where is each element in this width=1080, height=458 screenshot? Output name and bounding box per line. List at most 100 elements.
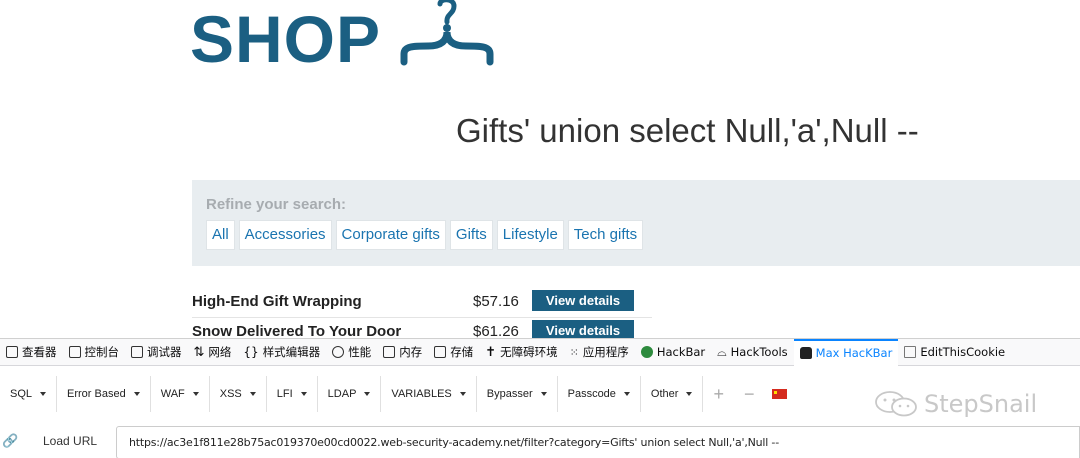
refine-panel: Refine your search: All Accessories Corp… — [192, 180, 1080, 266]
tab-label: 性能 — [348, 345, 372, 359]
filter-all[interactable]: All — [206, 220, 235, 250]
tab-label: 样式编辑器 — [262, 345, 321, 359]
menu-label: Bypasser — [486, 388, 533, 400]
tab-label: 存储 — [450, 345, 474, 359]
menu-sql[interactable]: SQL — [0, 376, 58, 412]
menu-label: Passcode — [567, 388, 616, 400]
memory-icon — [383, 346, 396, 358]
china-flag-icon[interactable] — [772, 389, 788, 399]
menu-label: Error Based — [67, 388, 126, 400]
product-price: $57.16 — [473, 293, 519, 310]
tab-accessibility[interactable]: ✝ 无障碍环境 — [479, 339, 563, 366]
tab-hackbar[interactable]: HackBar — [635, 339, 711, 366]
tab-label: 调试器 — [147, 345, 182, 359]
caret-down-icon — [192, 392, 199, 396]
accessibility-icon: ✝ — [485, 344, 497, 360]
plus-icon[interactable]: + — [703, 376, 734, 412]
tab-network[interactable]: ⇅ 网络 — [188, 339, 238, 366]
tab-inspector[interactable]: 查看器 — [0, 339, 63, 366]
url-row: 🔗 Load URL https://ac3e1f811e28b75ac0193… — [0, 423, 1080, 458]
menu-waf[interactable]: WAF — [151, 376, 210, 412]
watermark-text: StepSnail — [924, 390, 1038, 418]
menu-label: WAF — [160, 388, 185, 400]
braces-icon: {} — [243, 345, 259, 359]
hackbar-toolbar: SQL Error Based WAF XSS LFI LDAP VARIABL… — [0, 376, 795, 412]
menu-ldap[interactable]: LDAP — [318, 376, 382, 412]
menu-error-based[interactable]: Error Based — [57, 376, 151, 412]
tab-performance[interactable]: 性能 — [326, 339, 377, 366]
tab-label: 控制台 — [84, 345, 120, 359]
debugger-icon — [131, 346, 143, 358]
minus-icon[interactable]: − — [734, 376, 765, 412]
watermark: StepSnail — [874, 390, 1037, 418]
tab-editthiscookie[interactable]: EditThisCookie — [898, 339, 1011, 366]
filter-tech-gifts[interactable]: Tech gifts — [567, 220, 644, 250]
wechat-icon — [875, 391, 917, 417]
caret-down-icon — [300, 392, 307, 396]
network-icon: ⇅ — [193, 344, 205, 360]
tab-label: 无障碍环境 — [500, 345, 558, 359]
menu-other[interactable]: Other — [641, 376, 704, 412]
tab-label: HackBar — [656, 345, 706, 359]
tab-label: 内存 — [399, 345, 423, 359]
tab-max-hackbar[interactable]: Max HacKBar — [793, 338, 899, 366]
storage-icon — [434, 346, 447, 358]
menu-label: Other — [650, 388, 679, 400]
page-title: Gifts' union select Null,'a',Null -- — [456, 112, 919, 149]
caret-down-icon — [40, 392, 47, 396]
filter-gifts[interactable]: Gifts — [449, 220, 493, 250]
logo-text: SHOP — [190, 2, 382, 76]
load-url-button[interactable]: Load URL — [43, 434, 97, 448]
menu-lfi[interactable]: LFI — [267, 376, 318, 412]
grid-icon: ⁙ — [569, 345, 579, 359]
menu-variables[interactable]: VARIABLES — [381, 376, 477, 412]
devtools-tabbar: 查看器 控制台 调试器 ⇅ 网络 {} 样式编辑器 性能 内存 存储 ✝ 无障碍环境 … — [0, 338, 1080, 366]
table-row: High-End Gift Wrapping $57.16 View detai… — [192, 288, 652, 318]
caret-down-icon — [540, 392, 547, 396]
console-icon — [68, 346, 81, 358]
tab-label: EditThisCookie — [920, 345, 1006, 359]
tab-label: Max HacKBar — [815, 346, 893, 360]
shop-logo[interactable]: SHOP — [190, 0, 520, 75]
caret-down-icon — [459, 392, 466, 396]
tab-debugger[interactable]: 调试器 — [125, 339, 188, 366]
url-input[interactable]: https://ac3e1f811e28b75ac019370e00cd0022… — [116, 426, 1080, 458]
tab-application[interactable]: ⁙ 应用程序 — [564, 339, 635, 366]
lock-icon — [799, 347, 812, 359]
menu-label: LFI — [276, 388, 293, 400]
filter-corporate-gifts[interactable]: Corporate gifts — [335, 220, 446, 250]
product-name: High-End Gift Wrapping — [192, 293, 362, 310]
performance-icon — [332, 346, 345, 358]
menu-bypasser[interactable]: Bypasser — [477, 376, 558, 412]
tab-hacktools[interactable]: ⌓ HackTools — [711, 339, 794, 366]
tab-label: 查看器 — [22, 345, 57, 359]
tab-style-editor[interactable]: {} 样式编辑器 — [237, 339, 326, 366]
menu-label: SQL — [10, 388, 33, 400]
tab-console[interactable]: 控制台 — [63, 339, 126, 366]
cookie-icon — [904, 346, 917, 358]
tab-memory[interactable]: 内存 — [377, 339, 428, 366]
tab-storage[interactable]: 存储 — [428, 339, 479, 366]
hat-icon: ⌓ — [717, 344, 727, 359]
caret-down-icon — [686, 392, 693, 396]
refine-label: Refine your search: — [206, 196, 347, 213]
caret-down-icon — [133, 392, 140, 396]
inspector-icon — [6, 346, 18, 358]
tab-label: 网络 — [208, 345, 232, 359]
menu-label: LDAP — [327, 388, 357, 400]
menu-label: VARIABLES — [391, 388, 452, 400]
caret-down-icon — [364, 392, 371, 396]
category-filters: All Accessories Corporate gifts Gifts Li… — [206, 220, 644, 250]
tab-label: HackTools — [730, 345, 788, 359]
filter-lifestyle[interactable]: Lifestyle — [496, 220, 564, 250]
hackbar-icon — [640, 346, 653, 358]
menu-xss[interactable]: XSS — [210, 376, 267, 412]
link-icon[interactable]: 🔗 — [2, 433, 18, 449]
menu-passcode[interactable]: Passcode — [558, 376, 641, 412]
caret-down-icon — [623, 392, 630, 396]
filter-accessories[interactable]: Accessories — [238, 220, 332, 250]
menu-label: XSS — [219, 388, 242, 400]
tab-label: 应用程序 — [582, 345, 629, 359]
hanger-icon — [400, 0, 494, 66]
view-details-button[interactable]: View details — [532, 290, 634, 311]
